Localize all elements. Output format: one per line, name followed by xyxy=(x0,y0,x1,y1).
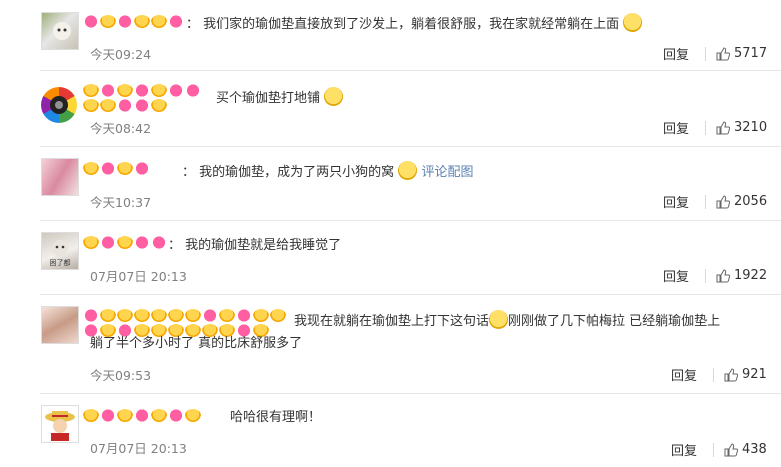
like-button[interactable]: 5717 xyxy=(716,46,767,61)
comment-time: 07月07日 20:13 xyxy=(90,441,187,456)
dog-avatar-icon xyxy=(53,22,71,40)
comment-text: 买个瑜伽垫打地铺 xyxy=(216,87,344,110)
like-button[interactable]: 2056 xyxy=(716,194,767,209)
thumbs-up-icon xyxy=(716,194,730,208)
like-button[interactable]: 1922 xyxy=(716,268,767,283)
comment-text: ： 我们家的瑜伽垫直接放到了沙发上，躺着很舒服，我在家就经常躺在上面 xyxy=(186,13,643,36)
user-avatar[interactable] xyxy=(41,12,79,50)
like-button[interactable]: 921 xyxy=(724,367,767,382)
dizzy-emoji-icon xyxy=(623,13,643,32)
like-count: 921 xyxy=(742,367,767,382)
reply-button[interactable]: 回复 xyxy=(663,44,689,63)
reply-button[interactable]: 回复 xyxy=(663,192,689,211)
username-emoji[interactable] xyxy=(83,407,233,424)
reply-button[interactable]: 回复 xyxy=(663,266,689,285)
reply-button[interactable]: 回复 xyxy=(663,118,689,137)
like-button[interactable]: 3210 xyxy=(716,120,767,135)
thumbs-up-icon xyxy=(716,46,730,60)
user-avatar[interactable] xyxy=(41,158,79,196)
like-count: 2056 xyxy=(734,194,768,209)
smile-emoji-icon xyxy=(489,310,509,329)
thumbs-up-icon xyxy=(716,268,730,282)
comment-time: 今天08:42 xyxy=(90,121,152,136)
user-avatar[interactable] xyxy=(41,405,79,443)
username-emoji[interactable] xyxy=(83,234,169,251)
laughing-emoji-icon xyxy=(398,161,418,180)
comment-time: 今天10:37 xyxy=(90,195,152,210)
avatar-caption: 困了都 xyxy=(49,259,71,267)
thumbs-up-icon xyxy=(716,120,730,134)
reply-button[interactable]: 回复 xyxy=(671,365,697,384)
comment-time: 07月07日 20:13 xyxy=(90,269,187,284)
comment-time: 今天09:24 xyxy=(90,47,152,62)
like-count: 5717 xyxy=(734,46,768,61)
luffy-avatar-icon xyxy=(45,411,75,441)
username-emoji[interactable] xyxy=(83,160,178,177)
comment-text: ： 我的瑜伽垫就是给我睡觉了 xyxy=(168,238,342,253)
laughing-emoji-icon xyxy=(324,87,344,106)
reply-button[interactable]: 回复 xyxy=(671,440,697,459)
comment-text-continued: 躺了半个多小时了 真的比床舒服多了 xyxy=(90,336,303,351)
user-avatar[interactable]: 困了都 xyxy=(41,232,79,270)
thumbs-up-icon xyxy=(724,442,738,456)
username-emoji[interactable] xyxy=(83,82,213,114)
thumbs-up-icon xyxy=(724,367,738,381)
like-count: 438 xyxy=(742,442,767,457)
user-avatar[interactable] xyxy=(41,306,79,344)
comment-text: ： 我的瑜伽垫，成为了两只小狗的窝 评论配图 xyxy=(182,161,473,184)
user-avatar[interactable] xyxy=(41,87,77,123)
comment-list: { "comments": [ {"text": "我们家的瑜伽垫直接放到了沙发… xyxy=(0,0,781,467)
comment-text: 哈哈很有理啊！ xyxy=(230,410,322,425)
like-button[interactable]: 438 xyxy=(724,442,767,457)
like-count: 3210 xyxy=(734,120,768,135)
comment-time: 今天09:53 xyxy=(90,368,152,383)
comment-text: 我现在就躺在瑜伽垫上打下这句话 刚刚做了几下帕梅拉 已经躺瑜伽垫上 xyxy=(294,310,774,333)
like-count: 1922 xyxy=(734,268,768,283)
view-image-link[interactable]: 评论配图 xyxy=(421,165,473,180)
camera-aperture-icon xyxy=(50,96,68,114)
